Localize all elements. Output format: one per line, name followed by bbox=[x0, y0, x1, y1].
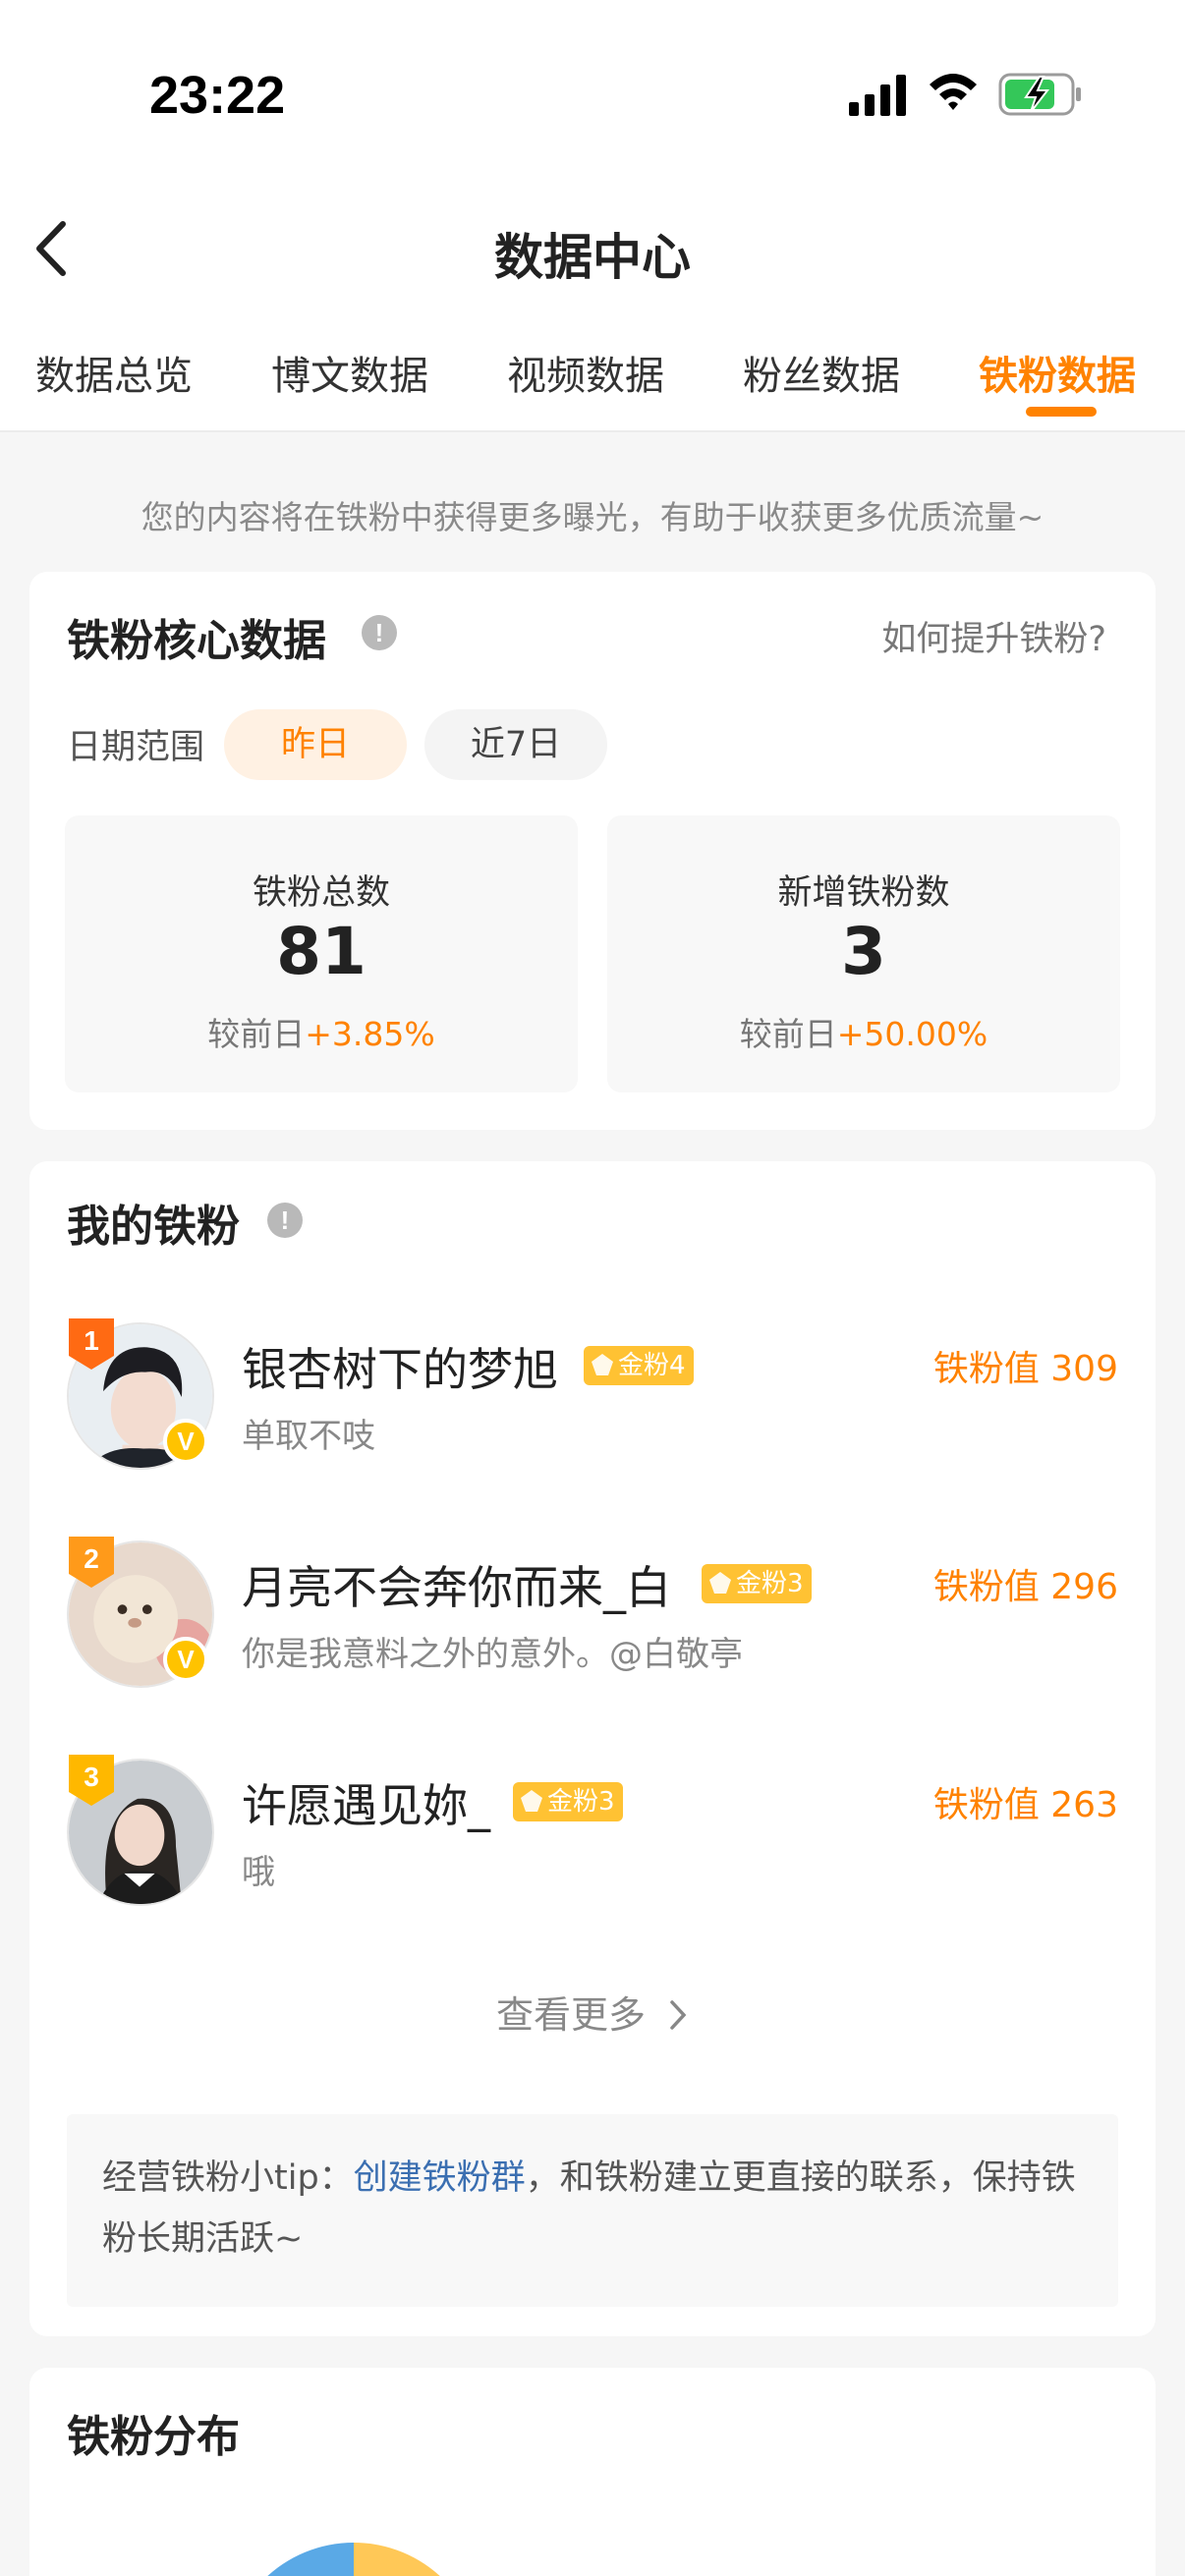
stat-total-iron-fans: 铁粉总数 81 较前日+3.85% bbox=[65, 815, 578, 1092]
stat-label: 铁粉总数 bbox=[252, 873, 390, 913]
fan-bio: 你是我意料之外的意外。@白敬亭 bbox=[242, 1635, 743, 1674]
iron-fan-score: 铁粉值 309 bbox=[932, 1349, 1118, 1389]
avatar[interactable]: 1 V bbox=[67, 1318, 216, 1472]
iron-fan-distribution-card: 铁粉分布 bbox=[29, 2368, 1156, 2576]
cellular-signal-icon bbox=[849, 75, 906, 116]
fan-bio: 单取不吱 bbox=[242, 1417, 375, 1456]
info-icon[interactable]: ! bbox=[362, 615, 397, 650]
fan-row-2[interactable]: 2 V 月亮不会奔你而来_白 金粉3 你是我意料之外的意外。@白敬亭 铁粉值 2… bbox=[29, 1537, 1156, 1708]
create-iron-fan-group-link[interactable]: 创建铁粉群 bbox=[354, 2158, 526, 2198]
tab-bar: 数据总览 博文数据 视频数据 粉丝数据 铁粉数据 bbox=[0, 334, 1185, 432]
compare-prefix: 较前日 bbox=[739, 1015, 837, 1053]
see-more-link[interactable]: 查看更多 bbox=[29, 1985, 1156, 2039]
distribution-title: 铁粉分布 bbox=[67, 2412, 240, 2462]
tab-posts[interactable]: 博文数据 bbox=[271, 344, 428, 401]
gem-icon bbox=[709, 1572, 731, 1594]
compare-value: +3.85% bbox=[305, 1015, 435, 1053]
fan-name[interactable]: 银杏树下的梦旭 bbox=[242, 1334, 558, 1399]
compare-prefix: 较前日 bbox=[207, 1015, 306, 1053]
badge-label: 金粉4 bbox=[618, 1351, 686, 1380]
fan-name[interactable]: 月亮不会奔你而来_白 bbox=[242, 1552, 671, 1617]
badge-label: 金粉3 bbox=[547, 1787, 615, 1817]
how-to-improve-link[interactable]: 如何提升铁粉? bbox=[881, 611, 1106, 661]
date-range-label: 日期范围 bbox=[67, 728, 205, 767]
gem-icon bbox=[592, 1354, 613, 1375]
iron-fan-score: 铁粉值 263 bbox=[932, 1785, 1118, 1825]
chevron-right-icon bbox=[670, 2000, 687, 2030]
fan-bio: 哦 bbox=[242, 1853, 275, 1892]
verified-v-icon: V bbox=[163, 1637, 208, 1682]
rank-number: 1 bbox=[84, 1325, 99, 1356]
iron-fan-score: 铁粉值 296 bbox=[932, 1567, 1118, 1607]
gem-icon bbox=[521, 1790, 542, 1812]
fan-name[interactable]: 许愿遇见妳_ bbox=[242, 1770, 490, 1835]
active-tab-indicator bbox=[1026, 407, 1097, 417]
my-iron-fans-title: 我的铁粉 bbox=[67, 1202, 240, 1252]
range-7days[interactable]: 近7日 bbox=[424, 709, 607, 780]
fan-row-3[interactable]: 3 许愿遇见妳_ 金粉3 哦 铁粉值 263 bbox=[29, 1755, 1156, 1926]
range-yesterday[interactable]: 昨日 bbox=[224, 709, 407, 780]
rank-2-badge-icon: 2 bbox=[69, 1537, 114, 1588]
compare-value: +50.00% bbox=[836, 1015, 988, 1053]
exposure-hint: 您的内容将在铁粉中获得更多曝光，有助于收获更多优质流量~ bbox=[141, 498, 1044, 536]
stat-value: 3 bbox=[841, 914, 886, 989]
tip-prefix: 经营铁粉小tip： bbox=[102, 2158, 354, 2198]
gold-fan-badge: 金粉3 bbox=[702, 1564, 812, 1603]
tab-overview[interactable]: 数据总览 bbox=[35, 344, 193, 401]
stat-compare: 较前日+50.00% bbox=[607, 1008, 1120, 1055]
distribution-pie-chart bbox=[267, 2543, 440, 2576]
page-title: 数据中心 bbox=[494, 229, 691, 286]
battery-charging-icon bbox=[998, 73, 1081, 116]
rank-number: 3 bbox=[84, 1762, 99, 1792]
tip-box: 经营铁粉小tip：创建铁粉群，和铁粉建立更直接的联系，保持铁粉长期活跃~ bbox=[67, 2114, 1118, 2307]
verified-v-icon: V bbox=[163, 1419, 208, 1464]
stat-value: 81 bbox=[276, 914, 367, 989]
gold-fan-badge: 金粉4 bbox=[584, 1346, 694, 1385]
see-more-label: 查看更多 bbox=[495, 1993, 646, 2037]
stat-compare: 较前日+3.85% bbox=[65, 1008, 578, 1055]
avatar[interactable]: 3 bbox=[67, 1755, 216, 1908]
stat-new-iron-fans: 新增铁粉数 3 较前日+50.00% bbox=[607, 815, 1120, 1092]
fan-row-1[interactable]: 1 V 银杏树下的梦旭 金粉4 单取不吱 铁粉值 309 bbox=[29, 1318, 1156, 1489]
core-data-title: 铁粉核心数据 bbox=[67, 616, 326, 666]
avatar[interactable]: 2 V bbox=[67, 1537, 216, 1690]
tab-iron-fans[interactable]: 铁粉数据 bbox=[979, 344, 1136, 401]
badge-label: 金粉3 bbox=[736, 1569, 804, 1598]
rank-1-badge-icon: 1 bbox=[69, 1318, 114, 1370]
stat-label: 新增铁粉数 bbox=[777, 873, 950, 913]
gold-fan-badge: 金粉3 bbox=[513, 1782, 623, 1821]
core-data-card: 铁粉核心数据 ! 如何提升铁粉? 日期范围 昨日 近7日 铁粉总数 81 较前日… bbox=[29, 572, 1156, 1130]
tab-video[interactable]: 视频数据 bbox=[507, 344, 664, 401]
my-iron-fans-card: 我的铁粉 ! 1 V 银杏树下的梦旭 金粉4 单取不吱 铁粉值 309 2 V … bbox=[29, 1161, 1156, 2336]
status-bar: 23:22 bbox=[0, 0, 1185, 187]
wifi-icon bbox=[930, 74, 977, 110]
info-icon[interactable]: ! bbox=[267, 1203, 303, 1238]
status-time: 23:22 bbox=[149, 66, 286, 125]
rank-number: 2 bbox=[84, 1543, 99, 1574]
tab-fans[interactable]: 粉丝数据 bbox=[743, 344, 900, 401]
rank-3-badge-icon: 3 bbox=[69, 1755, 114, 1806]
